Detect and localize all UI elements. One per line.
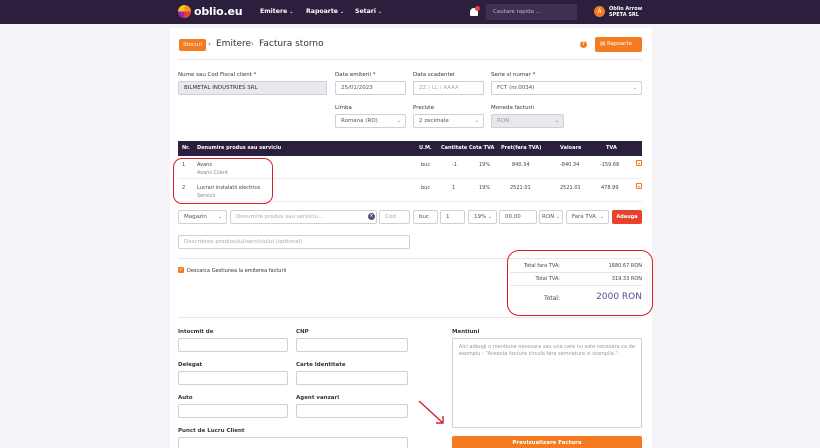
nav-rapoarte[interactable]: Rapoarte ⌄	[306, 8, 344, 15]
punct-lucru-label: Punct de Lucru Client	[178, 428, 245, 434]
client-field[interactable]: BILMETAL INDUSTRIES SRL	[178, 81, 327, 95]
breadcrumb-chevron-icon: ›	[208, 40, 211, 48]
chevron-down-icon: ⌄	[632, 85, 637, 91]
series-select[interactable]: FCT (nr.0034) ⌄	[491, 81, 642, 95]
col-price: Pret(fara TVA)	[501, 145, 542, 151]
chevron-down-icon: ⌄	[340, 9, 345, 15]
series-label: Serie si numar *	[491, 72, 536, 78]
chevron-down-icon: ⌄	[377, 9, 383, 15]
price-currency-select[interactable]: RON ⌄	[539, 210, 563, 224]
punct-lucru-input[interactable]	[178, 437, 408, 448]
help-icon[interactable]: ?	[580, 41, 587, 48]
agent-input[interactable]	[296, 404, 408, 418]
product-description-input[interactable]: Descrierea produsului/serviciului (optio…	[178, 235, 410, 249]
chevron-down-icon: ⌄	[289, 9, 294, 15]
col-qty: Cantitate	[441, 145, 468, 151]
delegat-label: Delegat	[178, 362, 203, 368]
chevron-down-icon: ⌄	[555, 214, 560, 220]
page-title: Factura storno	[259, 39, 324, 49]
intocmit-input[interactable]	[178, 338, 288, 352]
nav-setari[interactable]: Setari ⌄	[355, 8, 382, 15]
mentiuni-textarea[interactable]: Aici adaugi o mentiune necesara sau una …	[452, 338, 642, 428]
carte-identitate-label: Carte Identitate	[296, 362, 346, 368]
intocmit-label: Intocmit de	[178, 329, 214, 335]
remove-row-icon[interactable]: ▾	[636, 160, 642, 166]
client-label: Nume sau Cod Fiscal client *	[178, 72, 257, 78]
logo-mark-icon	[178, 5, 191, 18]
chevron-down-icon: ⌄	[487, 214, 492, 220]
col-value: Valoare	[560, 145, 582, 151]
auto-label: Auto	[178, 395, 193, 401]
um-input[interactable]: buc	[413, 210, 438, 224]
product-code-input[interactable]: Cod	[379, 210, 410, 224]
auto-input[interactable]	[178, 404, 288, 418]
currency-label: Moneda facturii	[491, 105, 534, 111]
currency-select[interactable]: RON ⌄	[491, 114, 564, 128]
breadcrumb-chevron-icon: ›	[251, 40, 254, 48]
add-product-button[interactable]: Adauga	[612, 210, 642, 224]
user-menu[interactable]: Oblio Arrow SPETA SRL	[609, 6, 642, 18]
divider	[178, 59, 642, 60]
chevron-down-icon: ⌄	[554, 118, 559, 124]
product-name-input[interactable]: Denumire produs sau serviciu...	[230, 210, 377, 224]
cnp-label: CNP	[296, 329, 309, 335]
top-navbar: oblio.eu Emitere ⌄ Rapoarte ⌄ Setari ⌄ Caut…	[0, 0, 820, 24]
nav-emitere[interactable]: Emitere ⌄	[260, 8, 293, 15]
annotation-circle-rows	[173, 158, 273, 204]
annotation-arrow-icon	[418, 400, 444, 424]
user-avatar[interactable]: A	[594, 6, 605, 17]
col-vat: Cota TVA	[469, 145, 495, 151]
preview-invoice-button[interactable]: Previzualizare Factura	[452, 436, 642, 448]
vat-mode-select[interactable]: Fara TVA ⌄	[566, 210, 609, 224]
language-select[interactable]: Romana (RO) ⌄	[335, 114, 406, 128]
due-date-field[interactable]: ZZ / LL / AAAA	[413, 81, 484, 95]
col-nr: Nr.	[182, 145, 190, 151]
quick-search-input[interactable]: Cautare rapida ...	[486, 4, 577, 20]
chevron-down-icon: ⌄	[217, 214, 222, 220]
stocuri-badge[interactable]: Stocuri	[179, 39, 207, 51]
chevron-down-icon: ⌄	[396, 118, 401, 124]
divider	[178, 317, 642, 318]
precision-label: Precizie	[413, 105, 435, 111]
language-label: Limba	[335, 105, 352, 111]
due-date-label: Data scadentei	[413, 72, 455, 78]
agent-label: Agent vanzari	[296, 395, 340, 401]
brand-logo[interactable]: oblio.eu	[178, 5, 243, 18]
notification-bell-icon[interactable]	[470, 6, 480, 17]
delegat-input[interactable]	[178, 371, 288, 385]
precision-select[interactable]: 2 zecimale ⌄	[413, 114, 484, 128]
price-input[interactable]: 00.00	[499, 210, 537, 224]
stock-checkbox-label: Descarca Gestiunea la emiterea facturii	[187, 268, 287, 274]
col-tva: TVA	[606, 145, 617, 151]
clear-icon[interactable]: ×	[368, 213, 375, 220]
breadcrumb-emitere[interactable]: Emitere	[216, 39, 251, 49]
cnp-input[interactable]	[296, 338, 408, 352]
chevron-down-icon: ⌄	[474, 118, 479, 124]
brand-name: oblio.eu	[194, 5, 243, 18]
products-table-header: Nr. Denumire produs sau serviciu U.M. Ca…	[178, 141, 642, 156]
quantity-input[interactable]: 1	[440, 210, 465, 224]
col-um: U.M.	[419, 145, 432, 151]
issue-date-field[interactable]: 25/01/2023	[335, 81, 406, 95]
gestiune-select[interactable]: Magazin ⌄	[178, 210, 227, 224]
annotation-circle-totals	[507, 250, 653, 316]
checkbox-icon[interactable]: ✓	[178, 267, 184, 273]
chevron-down-icon: ⌄	[599, 214, 604, 220]
vat-select[interactable]: 19% ⌄	[468, 210, 497, 224]
carte-identitate-input[interactable]	[296, 371, 408, 385]
col-name: Denumire produs sau serviciu	[197, 145, 282, 151]
mentiuni-label: Mentiuni	[452, 329, 480, 335]
remove-row-icon[interactable]: ▾	[636, 183, 642, 189]
date-label: Data emiterii *	[335, 72, 376, 78]
rapoarte-button[interactable]: ▤ Rapoarte	[595, 37, 642, 52]
